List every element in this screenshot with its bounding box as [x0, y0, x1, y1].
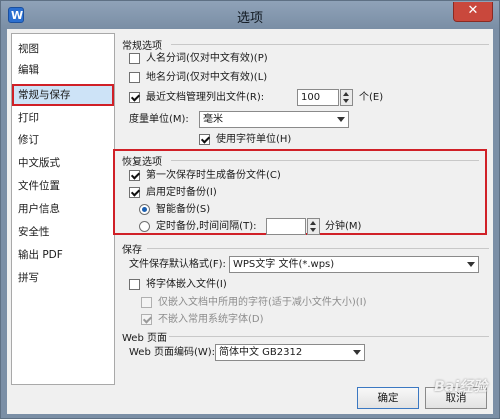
no-common-fonts-option: 不嵌入常用系统字体(D)	[141, 312, 341, 328]
chevron-down-icon[interactable]	[353, 350, 361, 355]
group-divider	[171, 160, 479, 161]
embed-fonts-option[interactable]: 将字体嵌入文件(I)	[129, 277, 329, 293]
embed-used-chars-option: 仅嵌入文档中所用的字符(适于减小文件大小)(I)	[141, 295, 461, 311]
measure-unit-value: 毫米	[203, 114, 223, 125]
save-title: 保存	[122, 245, 142, 256]
dialog-title: 选项	[236, 11, 263, 26]
smart-backup-radio[interactable]	[139, 204, 150, 215]
first-backup-checkbox[interactable]	[129, 170, 140, 181]
web-encoding-label: Web 页面编码(W):	[129, 347, 216, 358]
measure-unit-label: 度量单位(M):	[129, 114, 189, 125]
embed-fonts-checkbox[interactable]	[129, 279, 140, 290]
interval-backup-label: 定时备份,时间间隔(T):	[156, 221, 257, 232]
interval-minutes-input[interactable]	[266, 218, 306, 235]
recent-docs-label: 最近文档管理列出文件(R):	[146, 92, 265, 103]
default-format-value: WPS文字 文件(*.wps)	[233, 259, 335, 270]
sidebar-item-chinese-layout[interactable]: 中文版式	[18, 154, 110, 172]
general-options-title: 常规选项	[122, 41, 162, 52]
smart-backup-option[interactable]: 智能备份(S)	[139, 202, 339, 218]
sidebar-item-revision[interactable]: 修订	[18, 131, 110, 149]
place-name-checkbox[interactable]	[129, 72, 140, 83]
spin-down-icon[interactable]	[343, 99, 349, 103]
group-divider	[171, 44, 489, 45]
sidebar-item-general-save[interactable]: 常规与保存	[12, 84, 114, 106]
sidebar-item-view[interactable]: 视图	[18, 40, 110, 58]
place-name-label: 地名分词(仅对中文有效)(L)	[146, 72, 268, 83]
sidebar-item-file-location[interactable]: 文件位置	[18, 177, 110, 195]
recent-docs-count-input[interactable]: 100	[297, 89, 339, 106]
sidebar-item-output-pdf[interactable]: 输出 PDF	[18, 246, 110, 264]
smart-backup-label: 智能备份(S)	[156, 204, 211, 215]
recent-docs-spinner[interactable]	[340, 89, 353, 106]
embed-used-chars-label: 仅嵌入文档中所用的字符(适于减小文件大小)(I)	[158, 297, 367, 308]
interval-spinner[interactable]	[307, 218, 320, 235]
web-page-title: Web 页面	[122, 333, 167, 344]
default-format-label: 文件保存默认格式(F):	[129, 259, 226, 270]
sidebar-item-print[interactable]: 打印	[18, 109, 110, 127]
timed-backup-label: 启用定时备份(I)	[146, 187, 217, 198]
recent-docs-unit: 个(E)	[359, 92, 384, 103]
person-name-label: 人名分词(仅对中文有效)(P)	[146, 53, 268, 64]
ok-button[interactable]: 确定	[357, 387, 419, 409]
spin-down-icon[interactable]	[310, 228, 316, 232]
dialog-body: 视图 编辑 常规与保存 打印 修订 中文版式 文件位置 用户信息 安全性 输出 …	[7, 29, 493, 414]
web-encoding-select[interactable]: 简体中文 GB2312	[215, 344, 365, 361]
interval-unit: 分钟(M)	[325, 221, 362, 232]
char-unit-label: 使用字符单位(H)	[216, 134, 292, 145]
title-bar[interactable]: 选项 ✕	[1, 1, 499, 29]
person-name-checkbox[interactable]	[129, 53, 140, 64]
embed-used-chars-checkbox	[141, 297, 152, 308]
first-backup-option[interactable]: 第一次保存时生成备份文件(C)	[129, 168, 429, 184]
settings-panel: 常规选项 人名分词(仅对中文有效)(P) 地名分词(仅对中文有效)(L) 最近文…	[113, 29, 493, 389]
options-dialog: 选项 ✕ 视图 编辑 常规与保存 打印 修订 中文版式 文件位置 用户信息 安全…	[0, 0, 500, 419]
interval-backup-radio[interactable]	[139, 221, 150, 232]
sidebar-item-security[interactable]: 安全性	[18, 223, 110, 241]
char-unit-checkbox[interactable]	[199, 134, 210, 145]
timed-backup-checkbox[interactable]	[129, 187, 140, 198]
web-encoding-value: 简体中文 GB2312	[219, 347, 303, 358]
place-name-option[interactable]: 地名分词(仅对中文有效)(L)	[129, 70, 429, 86]
close-button[interactable]: ✕	[453, 2, 493, 22]
person-name-option[interactable]: 人名分词(仅对中文有效)(P)	[129, 51, 429, 67]
recent-docs-checkbox[interactable]	[129, 92, 140, 103]
spin-up-icon[interactable]	[310, 221, 316, 225]
timed-backup-option[interactable]: 启用定时备份(I)	[129, 185, 429, 201]
measure-unit-select[interactable]: 毫米	[199, 111, 349, 128]
default-format-select[interactable]: WPS文字 文件(*.wps)	[229, 256, 479, 273]
no-common-fonts-checkbox	[141, 314, 152, 325]
recovery-options-title: 恢复选项	[122, 157, 162, 168]
chevron-down-icon[interactable]	[337, 117, 345, 122]
group-divider	[169, 336, 489, 337]
sidebar-item-edit[interactable]: 编辑	[18, 61, 110, 79]
no-common-fonts-label: 不嵌入常用系统字体(D)	[158, 314, 264, 325]
baidu-watermark: Bai经验	[434, 379, 487, 395]
category-list: 视图 编辑 常规与保存 打印 修订 中文版式 文件位置 用户信息 安全性 输出 …	[11, 33, 115, 385]
chevron-down-icon[interactable]	[467, 262, 475, 267]
embed-fonts-label: 将字体嵌入文件(I)	[146, 279, 227, 290]
group-divider	[147, 248, 489, 249]
sidebar-item-spelling[interactable]: 拼写	[18, 269, 110, 287]
sidebar-item-user-info[interactable]: 用户信息	[18, 200, 110, 218]
char-unit-option[interactable]: 使用字符单位(H)	[199, 132, 399, 148]
first-backup-label: 第一次保存时生成备份文件(C)	[146, 170, 281, 181]
spin-up-icon[interactable]	[343, 92, 349, 96]
